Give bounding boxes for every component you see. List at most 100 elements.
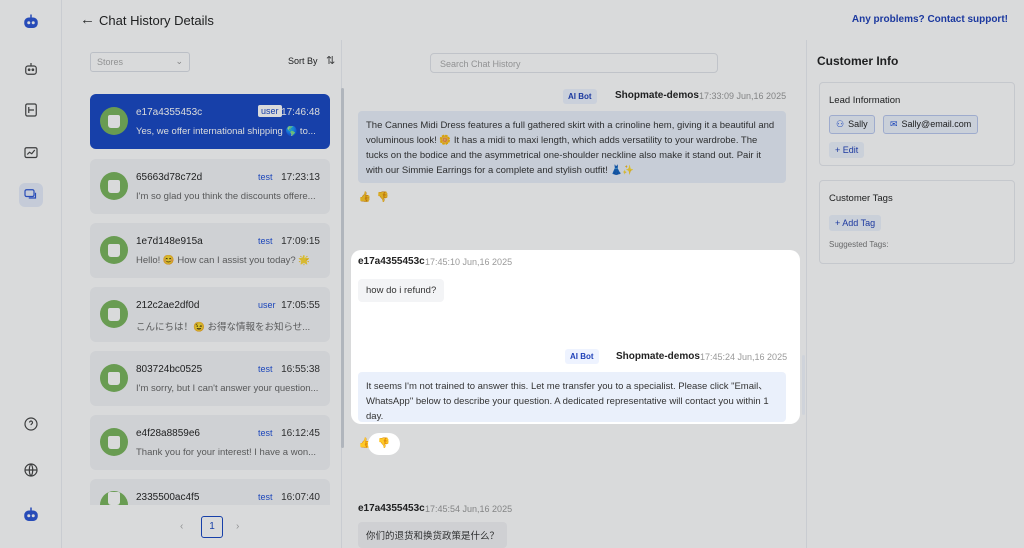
robot-avatar-icon[interactable] [19, 503, 43, 527]
customer-tags-title: Customer Tags [829, 193, 893, 204]
bot-message: It seems I'm not trained to answer this.… [358, 372, 786, 422]
session-tag: user [258, 105, 282, 117]
message-time: 17:45:54 Jun,16 2025 [425, 504, 513, 514]
sort-icon[interactable]: ⇅ [326, 54, 335, 67]
session-id: 65663d78c72d [136, 172, 203, 183]
pagination: ‹ 1 › [82, 516, 342, 538]
help-icon[interactable] [19, 412, 43, 436]
shopify-avatar-icon [100, 172, 128, 200]
message-time: 17:45:10 Jun,16 2025 [425, 257, 513, 267]
add-tag-button[interactable]: + Add Tag [829, 215, 882, 231]
lead-info-title: Lead Information [829, 95, 901, 106]
edit-button[interactable]: + Edit [829, 142, 865, 158]
sender-name: Shopmate-demos [616, 351, 700, 362]
page-header: ← Chat History Details Any problems? Con… [62, 0, 1024, 40]
ai-bot-badge-label: AI Bot [570, 352, 594, 361]
document-icon[interactable] [19, 98, 43, 122]
message-time: 17:33:09 Jun,16 2025 [699, 91, 787, 101]
back-arrow-icon[interactable]: ← [80, 12, 95, 27]
sender-name: e17a4355453c [358, 256, 425, 267]
chat-search-input[interactable]: Search Chat History [430, 53, 718, 73]
user-message: 你们的退货和换货政策是什么？ [358, 522, 508, 548]
session-item[interactable]: 1e7d148e915a test 17:09:15 Hello! 😊 How … [90, 223, 330, 278]
session-preview: I'm so glad you think the discounts offe… [136, 191, 316, 202]
session-preview: Yes, we offer international shipping 🌎 t… [136, 126, 316, 137]
shopify-avatar-icon [100, 428, 128, 456]
stores-select[interactable]: Stores ⌄ [90, 52, 190, 72]
page-title: Chat History Details [99, 13, 214, 28]
sort-by-label[interactable]: Sort By [288, 56, 318, 66]
session-item[interactable]: e17a4355453c user 17:46:48 Yes, we offer… [90, 94, 330, 149]
chat-scrollbar[interactable] [802, 355, 805, 415]
customer-info-title: Customer Info [817, 54, 899, 68]
customer-email: Sally@email.com [901, 119, 972, 129]
thumbs-up-icon[interactable]: 👍 [358, 191, 372, 205]
session-preview: こんにちは！😉 お得な情報をお知らせ... [136, 322, 311, 333]
thumbs-down-icon[interactable]: 👎 [376, 191, 390, 205]
customer-tags-card: Customer Tags + Add Tag Suggested Tags: [819, 180, 1015, 264]
ai-bot-badge: AI Bot [565, 349, 599, 364]
page-number-button[interactable]: 1 [201, 516, 223, 538]
stores-placeholder: Stores [97, 57, 124, 67]
session-time: 16:07:40 [281, 492, 320, 503]
session-id: e4f28a8859e6 [136, 428, 200, 439]
shopify-avatar-icon [100, 300, 128, 328]
session-id: 212c2ae2df0d [136, 300, 200, 311]
support-link[interactable]: Any problems? Contact support! [852, 14, 1008, 25]
ai-bot-badge-label: AI Bot [568, 92, 592, 101]
session-time: 17:23:13 [281, 172, 320, 183]
chart-icon[interactable] [19, 141, 43, 165]
message-time: 17:45:24 Jun,16 2025 [700, 352, 788, 362]
mail-icon: ✉ [890, 119, 898, 129]
lead-info-card: Lead Information ⚇ Sally ✉ Sally@email.com… [819, 82, 1015, 166]
session-item[interactable]: 65663d78c72d test 17:23:13 I'm so glad y… [90, 159, 330, 214]
session-tag: test [258, 492, 273, 502]
robot-icon[interactable] [19, 57, 43, 81]
name-chip[interactable]: ⚇ Sally [829, 115, 875, 134]
customer-name: Sally [848, 119, 868, 129]
ai-bot-badge: AI Bot [563, 89, 597, 104]
logo-icon[interactable] [19, 10, 43, 34]
sender-name: Shopmate-demos [615, 90, 699, 101]
shopify-avatar-icon [100, 107, 128, 135]
globe-icon[interactable] [19, 458, 43, 482]
person-icon: ⚇ [836, 119, 845, 129]
session-time: 17:46:48 [281, 107, 320, 118]
session-time: 17:09:15 [281, 236, 320, 247]
session-time: 17:05:55 [281, 300, 320, 311]
shopify-avatar-icon [100, 491, 128, 505]
bot-message: The Cannes Midi Dress features a full ga… [358, 111, 786, 183]
session-preview: Hello! 😊 How can I assist you today? 🌟 [136, 255, 311, 266]
session-tag: test [258, 428, 273, 438]
session-list-panel: Stores ⌄ Sort By ⇅ e17a4355453c user 17:… [82, 40, 344, 548]
thumbs-down-icon[interactable]: 👎 [377, 437, 391, 451]
session-tag: test [258, 364, 273, 374]
session-tag: test [258, 172, 273, 182]
session-tag: test [258, 236, 273, 246]
session-time: 16:55:38 [281, 364, 320, 375]
sender-name: e17a4355453c [358, 503, 425, 514]
suggested-tags-label: Suggested Tags: [829, 240, 889, 249]
session-item[interactable]: e4f28a8859e6 test 16:12:45 Thank you for… [90, 415, 330, 470]
search-placeholder: Search Chat History [440, 59, 521, 69]
prev-page-button[interactable]: ‹ [180, 521, 183, 532]
left-nav [0, 0, 62, 548]
session-preview: Thank you for your interest! I have a wo… [136, 447, 317, 458]
email-chip[interactable]: ✉ Sally@email.com [883, 115, 979, 134]
session-id: e17a4355453c [136, 107, 203, 118]
chat-icon[interactable] [19, 183, 43, 207]
shopify-avatar-icon [100, 364, 128, 392]
customer-info-panel: Customer Info Lead Information ⚇ Sally ✉ S… [806, 40, 1024, 548]
session-item[interactable]: 212c2ae2df0d user 17:05:55 こんにちは！😉 お得な情報… [90, 287, 330, 342]
next-page-button[interactable]: › [236, 521, 239, 532]
shopify-avatar-icon [100, 236, 128, 264]
session-item[interactable]: 2335500ac4f5 test 16:07:40 [90, 479, 330, 505]
session-preview: I'm sorry, but I can't answer your quest… [136, 383, 319, 394]
session-id: 1e7d148e915a [136, 236, 203, 247]
user-message: how do i refund? [358, 279, 445, 302]
session-item[interactable]: 803724bc0525 test 16:55:38 I'm sorry, bu… [90, 351, 330, 406]
session-id: 803724bc0525 [136, 364, 203, 375]
session-id: 2335500ac4f5 [136, 492, 200, 503]
session-tag: user [258, 300, 276, 310]
session-time: 16:12:45 [281, 428, 320, 439]
